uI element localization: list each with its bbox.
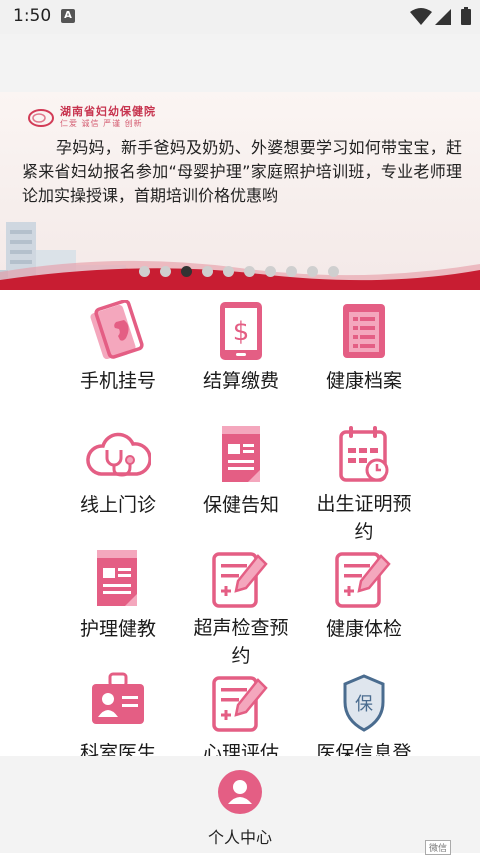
calendar-icon (339, 426, 389, 482)
menu-label: 护理健教 (79, 618, 156, 640)
menu-nursing-education[interactable]: 护理健教 (48, 548, 188, 644)
carousel-indicators[interactable] (139, 266, 339, 277)
menu-phone-registration[interactable]: 手机挂号 (48, 300, 188, 396)
menu-health-checkup[interactable]: 健康体检 (294, 548, 434, 644)
nav-label: 个人中心 (207, 828, 272, 847)
status-bar: 1:50 A (0, 0, 480, 34)
menu-birth-certificate[interactable]: 出生证明预约 (294, 424, 434, 546)
svg-text:保: 保 (355, 694, 373, 715)
menu-insurance-registration[interactable]: 保 医保信息登 (294, 672, 434, 756)
menu-label: 线上门诊 (79, 494, 156, 516)
payment-icon: $ (220, 302, 262, 360)
clipboard-icon (97, 550, 137, 606)
carousel-dot[interactable] (328, 266, 339, 277)
battery-icon (461, 7, 471, 25)
menu-payment[interactable]: $ 结算缴费 (171, 300, 311, 396)
service-grid: 手机挂号 $ 结算缴费 健康档案 线上门诊 保健告知 出生证明预约 护理健教 超… (0, 290, 480, 756)
menu-health-record[interactable]: 健康档案 (294, 300, 434, 396)
hospital-logo-icon (28, 108, 54, 127)
menu-label: 心理评估 (202, 742, 279, 756)
edit-record-icon (335, 552, 391, 608)
menu-health-notice[interactable]: 保健告知 (171, 424, 311, 520)
menu-label: 手机挂号 (79, 370, 156, 392)
signal-icon (435, 9, 451, 25)
menu-label: 保健告知 (202, 494, 279, 516)
document-icon (343, 304, 385, 358)
carousel-dot[interactable] (286, 266, 297, 277)
notice-icon (222, 426, 260, 482)
carousel-dot[interactable] (307, 266, 318, 277)
menu-online-clinic[interactable]: 线上门诊 (48, 424, 188, 520)
carousel-dot-active[interactable] (181, 266, 192, 277)
menu-psych-assessment[interactable]: 心理评估 (171, 672, 311, 756)
carousel-dot[interactable] (139, 266, 150, 277)
menu-label: 超声检查预约 (193, 617, 289, 667)
insurance-shield-icon: 保 (343, 674, 385, 732)
hospital-logo-motto: 仁爱 诚信 严谨 创新 (60, 119, 143, 128)
banner-text: 孕妈妈，新手爸妈及奶奶、外婆想要学习如何带宝宝，赶紧来省妇幼报名参加“母婴护理”… (22, 138, 462, 205)
hospital-logo: 湖南省妇幼保健院 仁爱 诚信 严谨 创新 (28, 106, 156, 129)
edit-record-icon (212, 676, 268, 732)
nav-personal-center[interactable]: 个人中心 (190, 770, 290, 848)
menu-ultrasound-booking[interactable]: 超声检查预约 (171, 548, 311, 670)
promo-banner[interactable]: 湖南省妇幼保健院 仁爱 诚信 严谨 创新 孕妈妈，新手爸妈及奶奶、外婆想要学习如… (0, 92, 480, 290)
id-badge-icon (92, 672, 144, 724)
edit-record-icon (212, 552, 268, 608)
menu-department-doctors[interactable]: 科室医生 (48, 672, 188, 756)
menu-label: 科室医生 (79, 742, 156, 756)
bottom-navigation: 个人中心 (0, 756, 480, 853)
user-icon (218, 770, 262, 814)
stethoscope-cloud-icon (86, 432, 151, 477)
status-time: 1:50 (13, 6, 52, 26)
carousel-dot[interactable] (202, 266, 213, 277)
menu-label: 出生证明预约 (316, 493, 412, 543)
hospital-logo-title: 湖南省妇幼保健院 (60, 105, 156, 118)
header-area (0, 34, 480, 92)
carousel-dot[interactable] (160, 266, 171, 277)
carousel-dot[interactable] (244, 266, 255, 277)
wifi-icon (410, 8, 432, 25)
menu-label: 医保信息登 (316, 742, 412, 756)
carousel-dot[interactable] (265, 266, 276, 277)
carousel-dot[interactable] (223, 266, 234, 277)
notification-icon: A (61, 9, 75, 23)
menu-label: 健康体检 (325, 618, 402, 640)
menu-label: 健康档案 (325, 370, 402, 392)
phone-icon (90, 300, 144, 360)
svg-text:$: $ (233, 317, 250, 347)
menu-label: 结算缴费 (202, 370, 279, 392)
